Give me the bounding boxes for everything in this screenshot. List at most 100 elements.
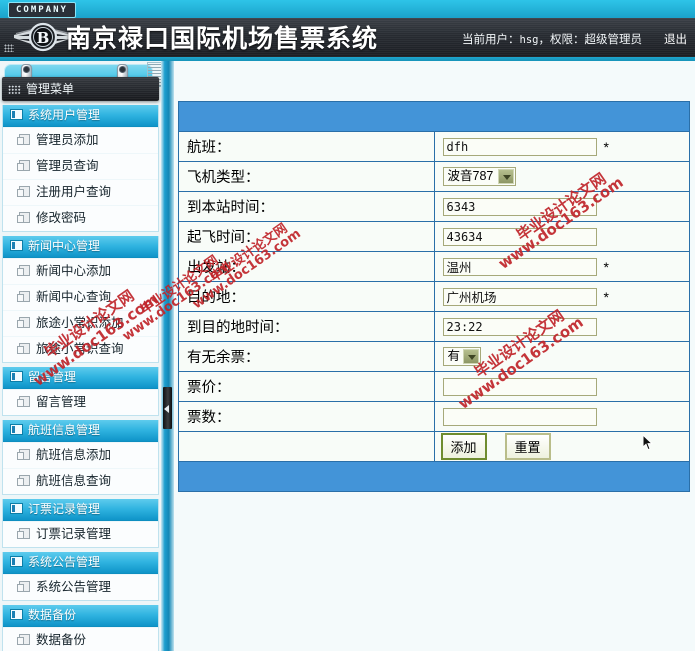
origin-station-input[interactable]	[442, 257, 597, 276]
arrive-station-time-input[interactable]	[442, 197, 597, 216]
sidebar-item-flight-query[interactable]: 航班信息查询	[3, 468, 158, 494]
page-copy-icon	[17, 581, 30, 592]
ticket-price-input[interactable]	[442, 377, 597, 396]
form-row-ticket-count: 票数：	[178, 401, 690, 432]
sidebar-item-label: 旅途小常识查询	[36, 342, 124, 356]
panel-collapse-handle[interactable]	[163, 387, 172, 429]
label-seats-available: 有无余票：	[178, 341, 435, 372]
form-row-actions: 添加 重置	[178, 431, 690, 462]
grid-dots-icon	[8, 85, 21, 94]
sidebar-group-message: 留言管理 留言管理	[2, 367, 159, 416]
sidebar-item-label: 航班信息查询	[36, 474, 112, 488]
form-row-origin-station: 出发站： *	[178, 251, 690, 282]
page-copy-icon	[17, 291, 30, 302]
field-ticket-count-cell	[433, 401, 690, 432]
form-row-destination: 目的地： *	[178, 281, 690, 312]
label-departure-time: 起飞时间：	[178, 221, 435, 252]
sidebar-item-message-manage[interactable]: 留言管理	[3, 389, 158, 415]
page-copy-icon	[17, 634, 30, 645]
sidebar-group-header[interactable]: 系统用户管理	[3, 105, 158, 127]
sidebar-item-label: 管理员添加	[36, 133, 99, 147]
label-arrive-destination-time: 到目的地时间：	[178, 311, 435, 342]
required-marker: *	[603, 258, 609, 275]
sidebar-item-label: 航班信息添加	[36, 448, 112, 462]
panel-icon	[10, 109, 23, 120]
panel-icon	[10, 240, 23, 251]
field-arrive-station-time-cell	[433, 191, 690, 222]
page-copy-icon	[17, 186, 30, 197]
sidebar-item-admin-add[interactable]: 管理员添加	[3, 127, 158, 153]
sidebar-group-header[interactable]: 留言管理	[3, 367, 158, 389]
sidebar-item-label: 注册用户查询	[36, 185, 112, 199]
form-bottom-bar-row	[178, 461, 690, 492]
label-flight: 航班：	[178, 131, 435, 162]
sidebar-item-label: 订票记录管理	[36, 527, 112, 541]
form-bottom-bar	[178, 461, 690, 492]
field-arrive-destination-time-cell	[433, 311, 690, 342]
sidebar-group-booking-record: 订票记录管理 订票记录管理	[2, 499, 159, 548]
sidebar-group-header[interactable]: 订票记录管理	[3, 499, 158, 521]
sidebar-item-flight-add[interactable]: 航班信息添加	[3, 442, 158, 468]
page-copy-icon	[17, 396, 30, 407]
submit-button[interactable]: 添加	[440, 433, 487, 460]
seats-available-select[interactable]: 有	[442, 347, 482, 366]
sidebar-group-announcement: 系统公告管理 系统公告管理	[2, 552, 159, 601]
departure-time-input[interactable]	[442, 227, 597, 246]
sidebar-item-tips-query[interactable]: 旅途小常识查询	[3, 336, 158, 362]
page-copy-icon	[17, 475, 30, 486]
sidebar-group-header[interactable]: 数据备份	[3, 605, 158, 627]
form-row-ticket-price: 票价：	[178, 371, 690, 402]
winged-b-emblem-icon: B	[12, 21, 74, 53]
sidebar-item-data-backup[interactable]: 数据备份	[3, 627, 158, 651]
ticket-count-input[interactable]	[442, 407, 597, 426]
field-destination-cell: *	[433, 281, 690, 312]
current-user-label: 当前用户：	[462, 34, 520, 46]
sidebar-item-tips-add[interactable]: 旅途小常识添加	[3, 310, 158, 336]
sidebar-item-label: 修改密码	[36, 211, 87, 225]
logout-link[interactable]: 退出	[664, 34, 687, 46]
sidebar-item-change-password[interactable]: 修改密码	[3, 205, 158, 231]
sidebar-group-header[interactable]: 航班信息管理	[3, 420, 158, 442]
form-actions-cell: 添加 重置	[433, 431, 690, 462]
destination-input[interactable]	[442, 287, 597, 306]
sidebar-item-booking-record-manage[interactable]: 订票记录管理	[3, 521, 158, 547]
plane-type-select[interactable]: 波音787	[442, 167, 517, 186]
sidebar: 管理菜单 系统用户管理 管理员添加 管理员查询 注册用户查询 修改密码 新闻中心…	[0, 61, 161, 651]
page-copy-icon	[17, 528, 30, 539]
form-row-arrive-station-time: 到本站时间：	[178, 191, 690, 222]
sidebar-group-header[interactable]: 新闻中心管理	[3, 236, 158, 258]
field-seats-available-cell: 有	[433, 341, 690, 372]
form-row-flight: 航班： *	[178, 131, 690, 162]
form-row-plane-type: 飞机类型： 波音787	[178, 161, 690, 192]
sidebar-group-header[interactable]: 系统公告管理	[3, 552, 158, 574]
sidebar-item-announcement-manage[interactable]: 系统公告管理	[3, 574, 158, 600]
field-ticket-price-cell	[433, 371, 690, 402]
panel-icon	[10, 424, 23, 435]
arrive-destination-time-input[interactable]	[442, 317, 597, 336]
sidebar-item-label: 新闻中心查询	[36, 290, 112, 304]
reset-button[interactable]: 重置	[504, 433, 551, 460]
panel-icon	[10, 503, 23, 514]
chevron-down-icon[interactable]	[498, 169, 515, 184]
sidebar-item-registered-user-query[interactable]: 注册用户查询	[3, 179, 158, 205]
flight-input[interactable]	[442, 137, 597, 156]
page-copy-icon	[17, 265, 30, 276]
sidebar-item-admin-query[interactable]: 管理员查询	[3, 153, 158, 179]
label-origin-station: 出发站：	[178, 251, 435, 282]
sidebar-item-news-query[interactable]: 新闻中心查询	[3, 284, 158, 310]
user-info-bar: 当前用户：hsg，权限：超级管理员 退出	[462, 31, 687, 47]
sidebar-group-flight-info: 航班信息管理 航班信息添加 航班信息查询	[2, 420, 159, 495]
chevron-down-icon[interactable]	[463, 349, 480, 364]
sidebar-item-news-add[interactable]: 新闻中心添加	[3, 258, 158, 284]
site-header: B 南京禄口国际机场售票系统 当前用户：hsg，权限：超级管理员 退出	[0, 18, 695, 57]
label-plane-type: 飞机类型：	[178, 161, 435, 192]
sidebar-item-label: 管理员查询	[36, 159, 99, 173]
page-copy-icon	[17, 343, 30, 354]
sidebar-item-label: 系统公告管理	[36, 580, 112, 594]
form-row-departure-time: 起飞时间：	[178, 221, 690, 252]
flight-info-form: 航班： * 飞机类型： 波音787 到本站时间：	[178, 101, 690, 492]
form-row-seats-available: 有无余票： 有	[178, 341, 690, 372]
page-body: 管理菜单 系统用户管理 管理员添加 管理员查询 注册用户查询 修改密码 新闻中心…	[0, 61, 695, 651]
panel-icon	[10, 556, 23, 567]
required-marker: *	[603, 138, 609, 155]
